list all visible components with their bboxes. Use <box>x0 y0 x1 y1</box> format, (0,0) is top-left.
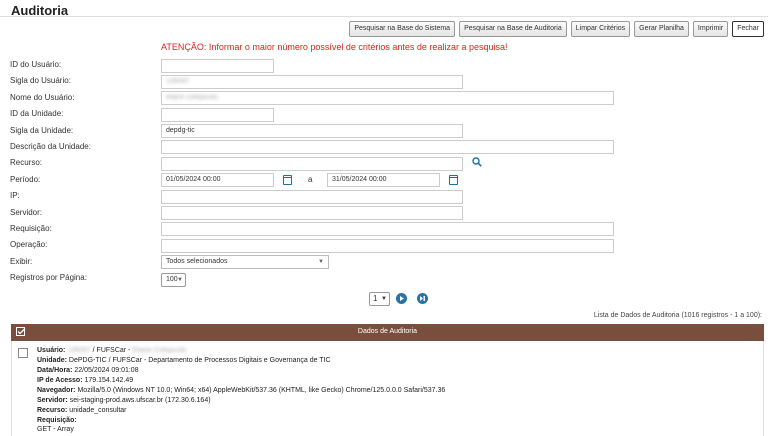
toolbar: Pesquisar na Base do Sistema Pesquisar n… <box>349 21 764 37</box>
row-checkbox[interactable] <box>18 348 28 358</box>
table-header: Dados de Auditoria <box>11 324 764 341</box>
search-audit-base-button[interactable]: Pesquisar na Base de Auditoria <box>459 21 567 37</box>
sigla-usuario-input[interactable]: 135097 <box>161 75 463 89</box>
record-ip: IP de Acesso: 179.154.142.49 <box>37 377 133 384</box>
next-page-icon[interactable] <box>396 293 407 304</box>
periodo-separator: a <box>308 175 313 184</box>
record-navegador: Navegador: Mozilla/5.0 (Windows NT 10.0;… <box>37 387 445 394</box>
print-button[interactable]: Imprimir <box>692 21 729 37</box>
usuario-nome: Eliane Colepicolo <box>132 347 187 354</box>
calendar-end-icon[interactable] <box>449 175 458 185</box>
record-servidor: Servidor: sei-staging-prod.aws.ufscar.br… <box>37 397 211 404</box>
descricao-unidade-input[interactable] <box>161 140 614 154</box>
label-nome-usuario: Nome do Usuário: <box>10 93 75 102</box>
nome-usuario-input[interactable]: eliane colepicolo <box>161 91 614 105</box>
search-icon[interactable] <box>472 157 482 167</box>
warning-message: ATENÇÃO: Informar o maior número possíve… <box>161 42 508 52</box>
label-recurso: Recurso: <box>10 158 43 167</box>
calendar-start-icon[interactable] <box>283 175 292 185</box>
sigla-usuario-value: 135097 <box>166 78 190 85</box>
label-operacao: Operação: <box>10 240 48 249</box>
list-caption: Lista de Dados de Auditoria (1016 regist… <box>593 312 762 319</box>
title-divider <box>0 16 768 17</box>
sigla-unidade-input[interactable]: depdg-tic <box>161 124 463 138</box>
data-label: Data/Hora: <box>37 367 73 374</box>
label-registros: Registros por Página: <box>10 273 87 282</box>
nav-label: Navegador: <box>37 387 76 394</box>
exibir-select[interactable]: Todos selecionados ▼ <box>161 255 329 269</box>
chevron-down-icon: ▼ <box>381 296 387 302</box>
servidor-input[interactable] <box>161 206 463 220</box>
requisicao-input[interactable] <box>161 222 614 236</box>
id-usuario-input[interactable] <box>161 59 274 73</box>
req-label: Requisição: <box>37 417 77 424</box>
last-page-icon[interactable] <box>417 293 428 304</box>
record-data: Data/Hora: 22/05/2024 09:01:08 <box>37 367 139 374</box>
unidade-label: Unidade: <box>37 357 67 364</box>
label-periodo: Período: <box>10 175 41 184</box>
usuario-sigla: 135097 <box>67 347 91 354</box>
generate-spreadsheet-button[interactable]: Gerar Planilha <box>634 21 689 37</box>
clear-criteria-button[interactable]: Limpar Critérios <box>570 21 631 37</box>
table-header-title: Dados de Auditoria <box>357 328 418 335</box>
registros-value: 100 <box>166 276 178 283</box>
chevron-down-icon: ▼ <box>318 259 324 265</box>
serv-value: sei-staging-prod.aws.ufscar.br (172.30.6… <box>69 397 211 404</box>
registros-select[interactable]: 100 ▼ <box>161 273 186 287</box>
record-usuario: Usuário: 135097 / FUFSCar - Eliane Colep… <box>37 347 186 354</box>
page-select[interactable]: 1 ▼ <box>369 292 390 306</box>
label-id-unidade: ID da Unidade: <box>10 109 64 118</box>
operacao-input[interactable] <box>161 239 614 253</box>
exibir-value: Todos selecionados <box>166 258 228 265</box>
data-value: 22/05/2024 09:01:08 <box>74 367 139 374</box>
usuario-label: Usuário: <box>37 347 66 354</box>
label-id-usuario: ID do Usuário: <box>10 60 62 69</box>
ip-input[interactable] <box>161 190 463 204</box>
table-row: Usuário: 135097 / FUFSCar - Eliane Colep… <box>11 341 764 436</box>
nome-usuario-value: eliane colepicolo <box>166 94 218 101</box>
label-sigla-usuario: Sigla do Usuário: <box>10 76 71 85</box>
record-recurso: Recurso: unidade_consultar <box>37 407 127 414</box>
page-value: 1 <box>373 294 378 303</box>
periodo-start-input[interactable]: 01/05/2024 00:00 <box>161 173 274 187</box>
record-requisicao-value: GET - Array <box>37 426 74 433</box>
label-descricao-unidade: Descrição da Unidade: <box>10 142 91 151</box>
close-button[interactable]: Fechar <box>732 21 764 37</box>
search-system-base-button[interactable]: Pesquisar na Base do Sistema <box>349 21 456 37</box>
periodo-end-input[interactable]: 31/05/2024 00:00 <box>327 173 440 187</box>
chevron-down-icon: ▼ <box>177 277 183 283</box>
serv-label: Servidor: <box>37 397 68 404</box>
usuario-org: / FUFSCar - <box>90 347 133 354</box>
recurso-input[interactable] <box>161 157 463 171</box>
label-ip: IP: <box>10 191 20 200</box>
record-requisicao-label: Requisição: <box>37 417 77 424</box>
label-servidor: Servidor: <box>10 208 43 217</box>
label-sigla-unidade: Sigla da Unidade: <box>10 126 74 135</box>
label-exibir: Exibir: <box>10 257 33 266</box>
ip-label: IP de Acesso: <box>37 377 83 384</box>
label-requisicao: Requisição: <box>10 224 52 233</box>
ip-value: 179.154.142.49 <box>84 377 134 384</box>
rec-value: unidade_consultar <box>69 407 127 414</box>
record-unidade: Unidade: DePDG-TIC / FUFSCar - Departame… <box>37 357 331 364</box>
rec-label: Recurso: <box>37 407 68 414</box>
nav-value: Mozilla/5.0 (Windows NT 10.0; Win64; x64… <box>77 387 446 394</box>
unidade-value: DePDG-TIC / FUFSCar - Departamento de Pr… <box>68 357 331 364</box>
id-unidade-input[interactable] <box>161 108 274 122</box>
